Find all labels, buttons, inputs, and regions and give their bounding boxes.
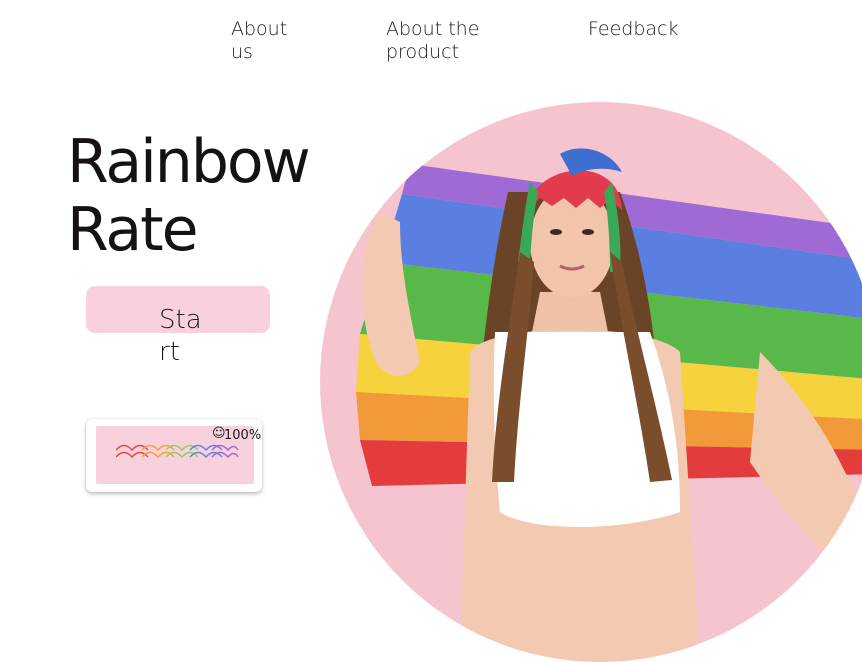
start-button[interactable]: Start — [86, 286, 270, 367]
nav-feedback[interactable]: Feedback — [588, 18, 678, 41]
title-line-rate: Rate — [67, 195, 199, 265]
nav-about-the-product[interactable]: About the product — [386, 18, 496, 64]
rate-card: ☺ 100% — [86, 419, 262, 492]
title-line-rainbow: Rainbow — [67, 127, 311, 197]
woman-with-rainbow-flag-illustration — [356, 148, 862, 662]
page-title: Rainbow Rate — [67, 127, 311, 265]
rainbow-waves-icon — [116, 444, 239, 459]
nav-about-us[interactable]: About us — [231, 18, 301, 64]
start-button-label: Start — [159, 305, 202, 367]
hero-photo — [320, 102, 862, 662]
rate-card-panel: ☺ 100% — [96, 426, 261, 484]
